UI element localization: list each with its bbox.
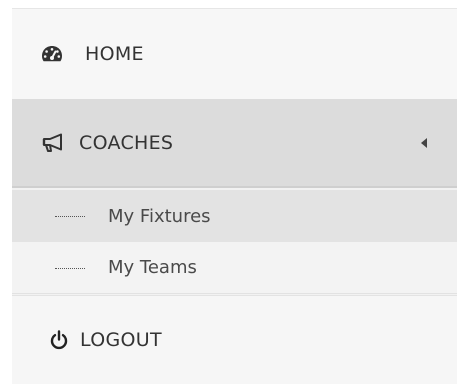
submenu-item-my-fixtures[interactable]: My Fixtures: [12, 190, 457, 242]
tree-branch: [55, 216, 85, 217]
sidebar-item-label: LOGOUT: [80, 329, 162, 351]
coaches-submenu: My Fixtures My Teams: [12, 190, 457, 294]
sidebar-item-logout[interactable]: LOGOUT: [12, 295, 457, 384]
sidebar-item-home[interactable]: HOME: [12, 9, 457, 99]
sidebar-item-label: HOME: [85, 43, 144, 65]
bullhorn-icon: [41, 133, 65, 153]
submenu-item-label: My Teams: [108, 257, 197, 278]
sidebar-item-label: COACHES: [79, 131, 174, 154]
sidebar-item-coaches[interactable]: COACHES: [12, 99, 457, 188]
sidebar-menu: HOME COACHES My Fixtures My Teams LOGOUT: [12, 8, 457, 384]
submenu-item-my-teams[interactable]: My Teams: [12, 242, 457, 294]
tree-branch: [55, 268, 85, 269]
power-icon: [50, 330, 68, 350]
submenu-item-label: My Fixtures: [108, 205, 211, 227]
caret-left-icon[interactable]: [421, 137, 427, 148]
dashboard-icon: [41, 45, 63, 63]
